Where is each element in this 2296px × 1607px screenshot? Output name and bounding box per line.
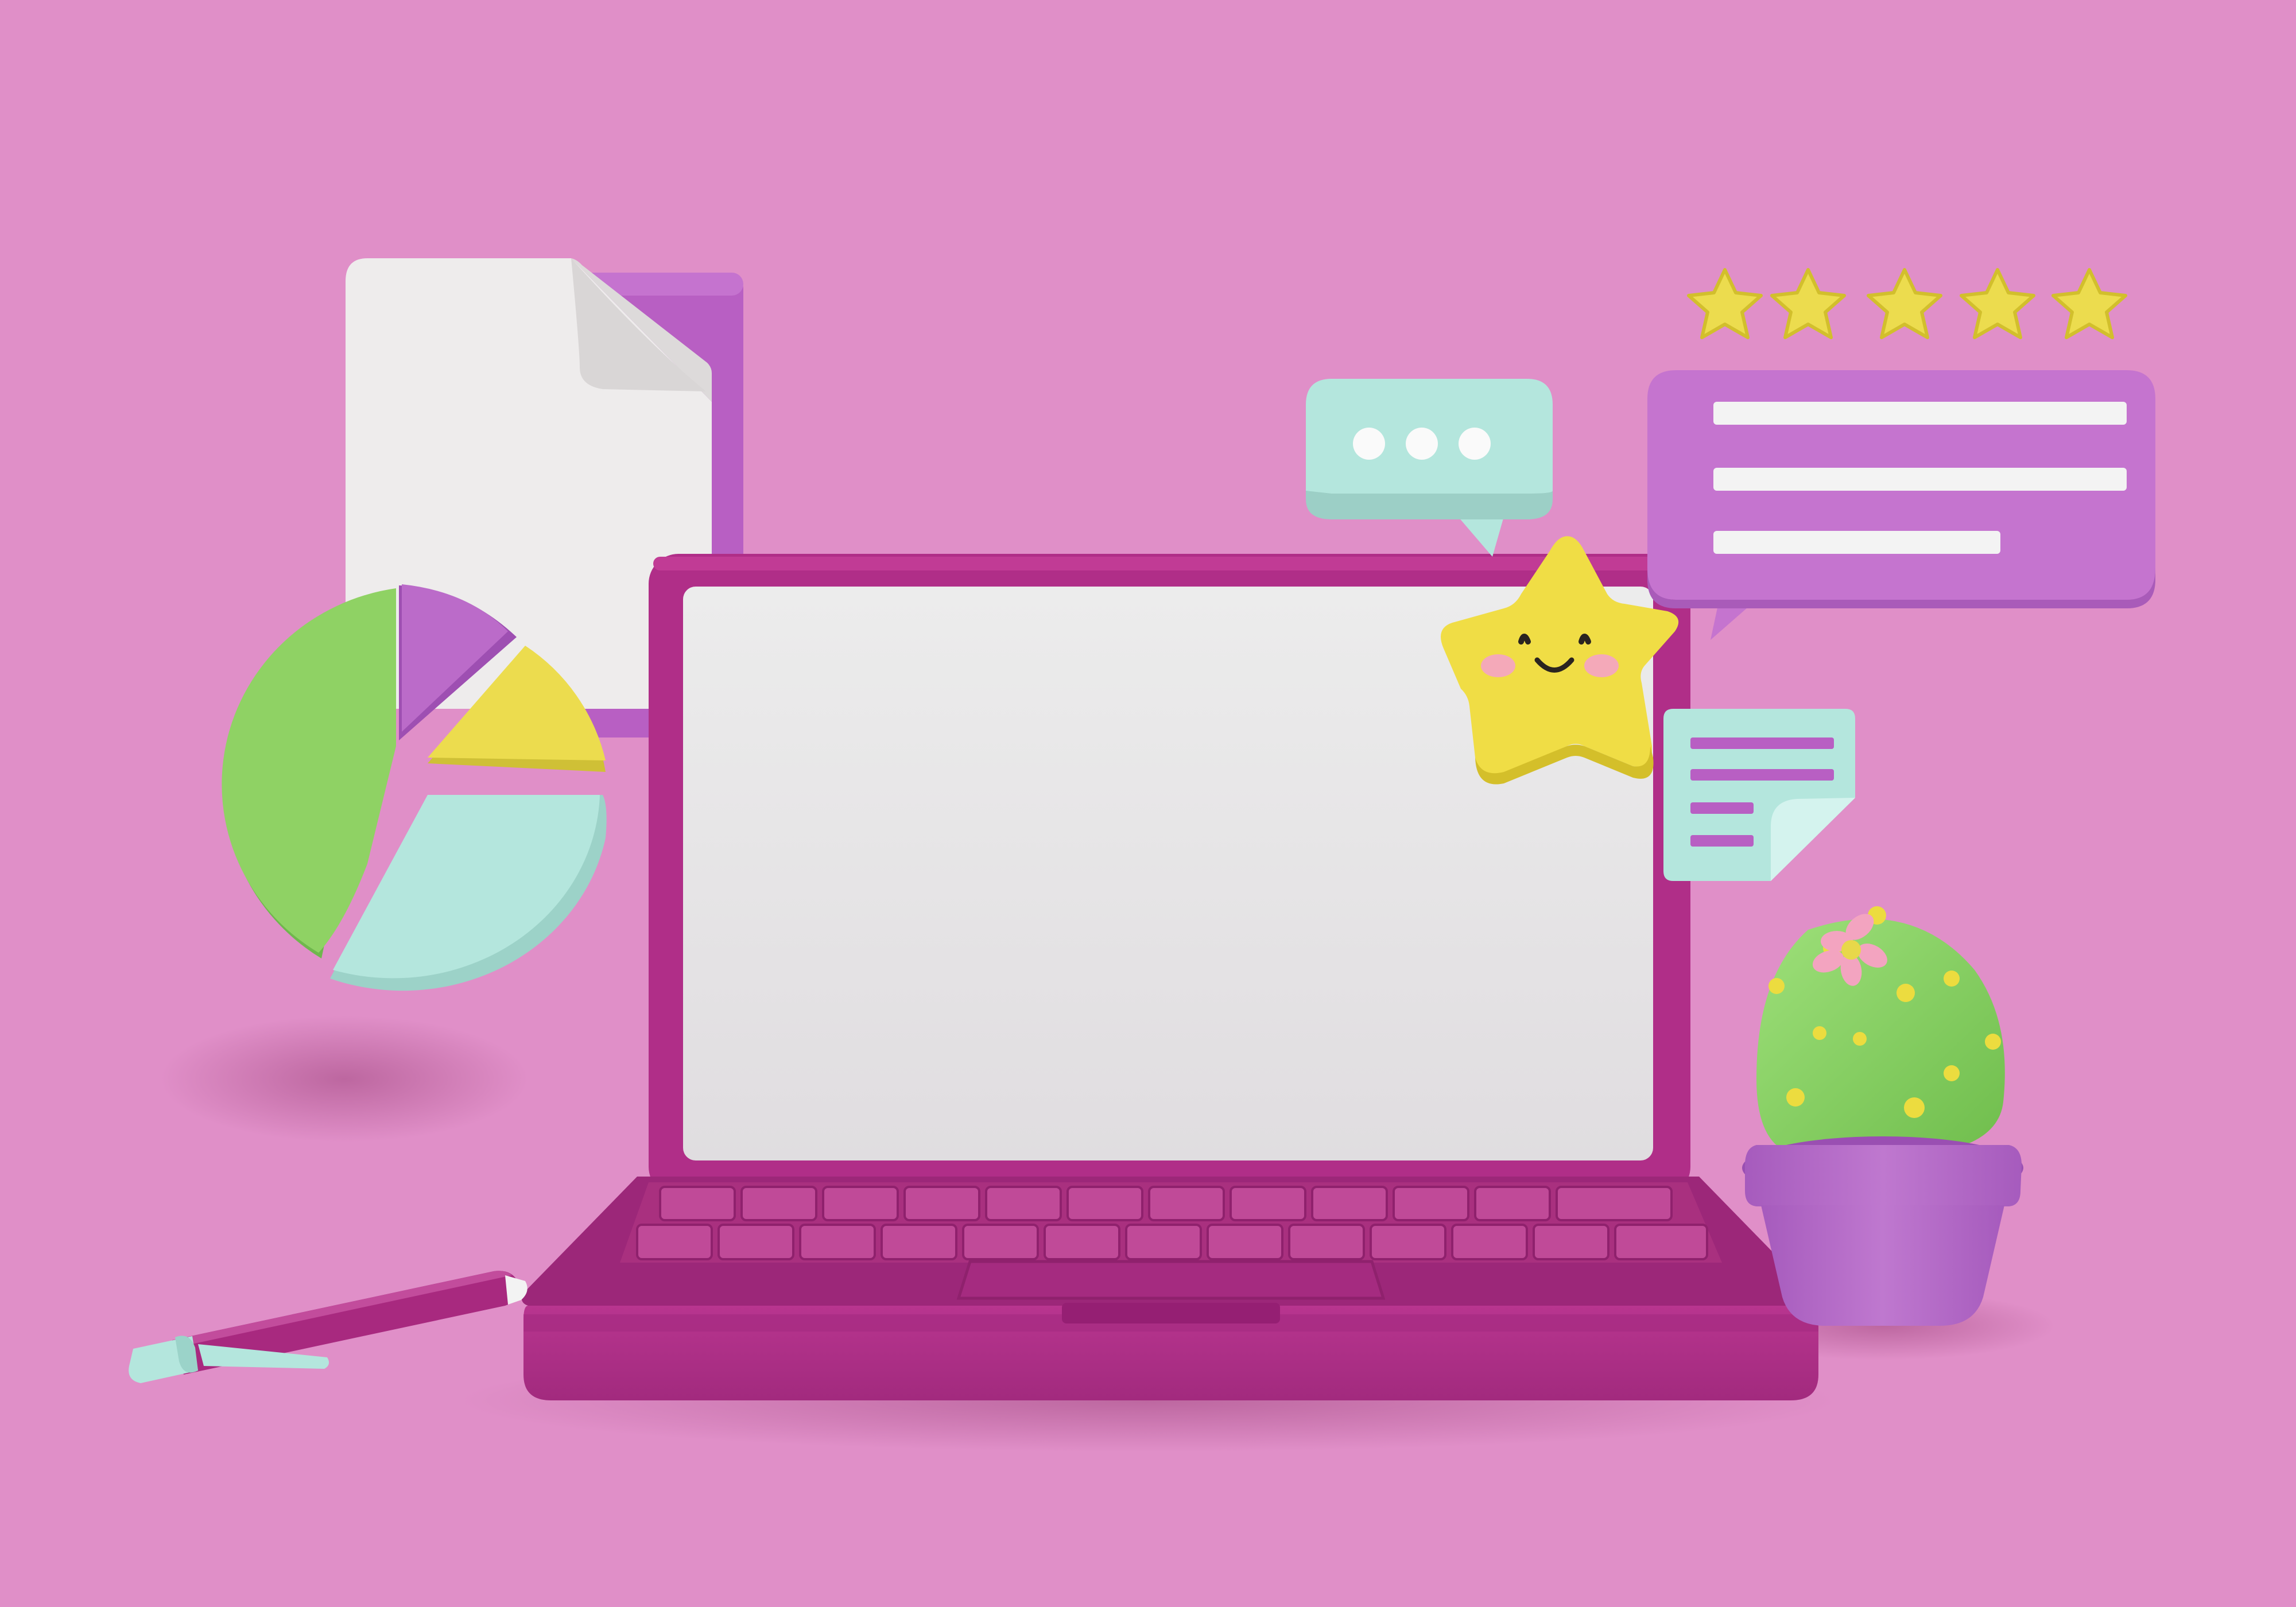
touchpad <box>956 1260 1386 1300</box>
rating-star-4-icon <box>1960 268 2035 339</box>
five-star-rating-icon <box>1687 268 2127 339</box>
cactus-plant-icon <box>1742 906 2023 1326</box>
sticky-note-icon <box>1663 709 1855 881</box>
rating-star-3-icon <box>1867 268 1942 339</box>
review-bubble-icon <box>1647 370 2155 640</box>
pie-chart-shadow <box>161 1016 528 1142</box>
pen-icon <box>129 1271 528 1383</box>
rating-star-2-icon <box>1770 268 1846 339</box>
typing-bubble-icon <box>1306 379 1553 557</box>
rating-star-1-icon <box>1687 268 1763 339</box>
rating-star-5-icon <box>2051 268 2127 339</box>
illustration-scene <box>129 258 2155 1452</box>
